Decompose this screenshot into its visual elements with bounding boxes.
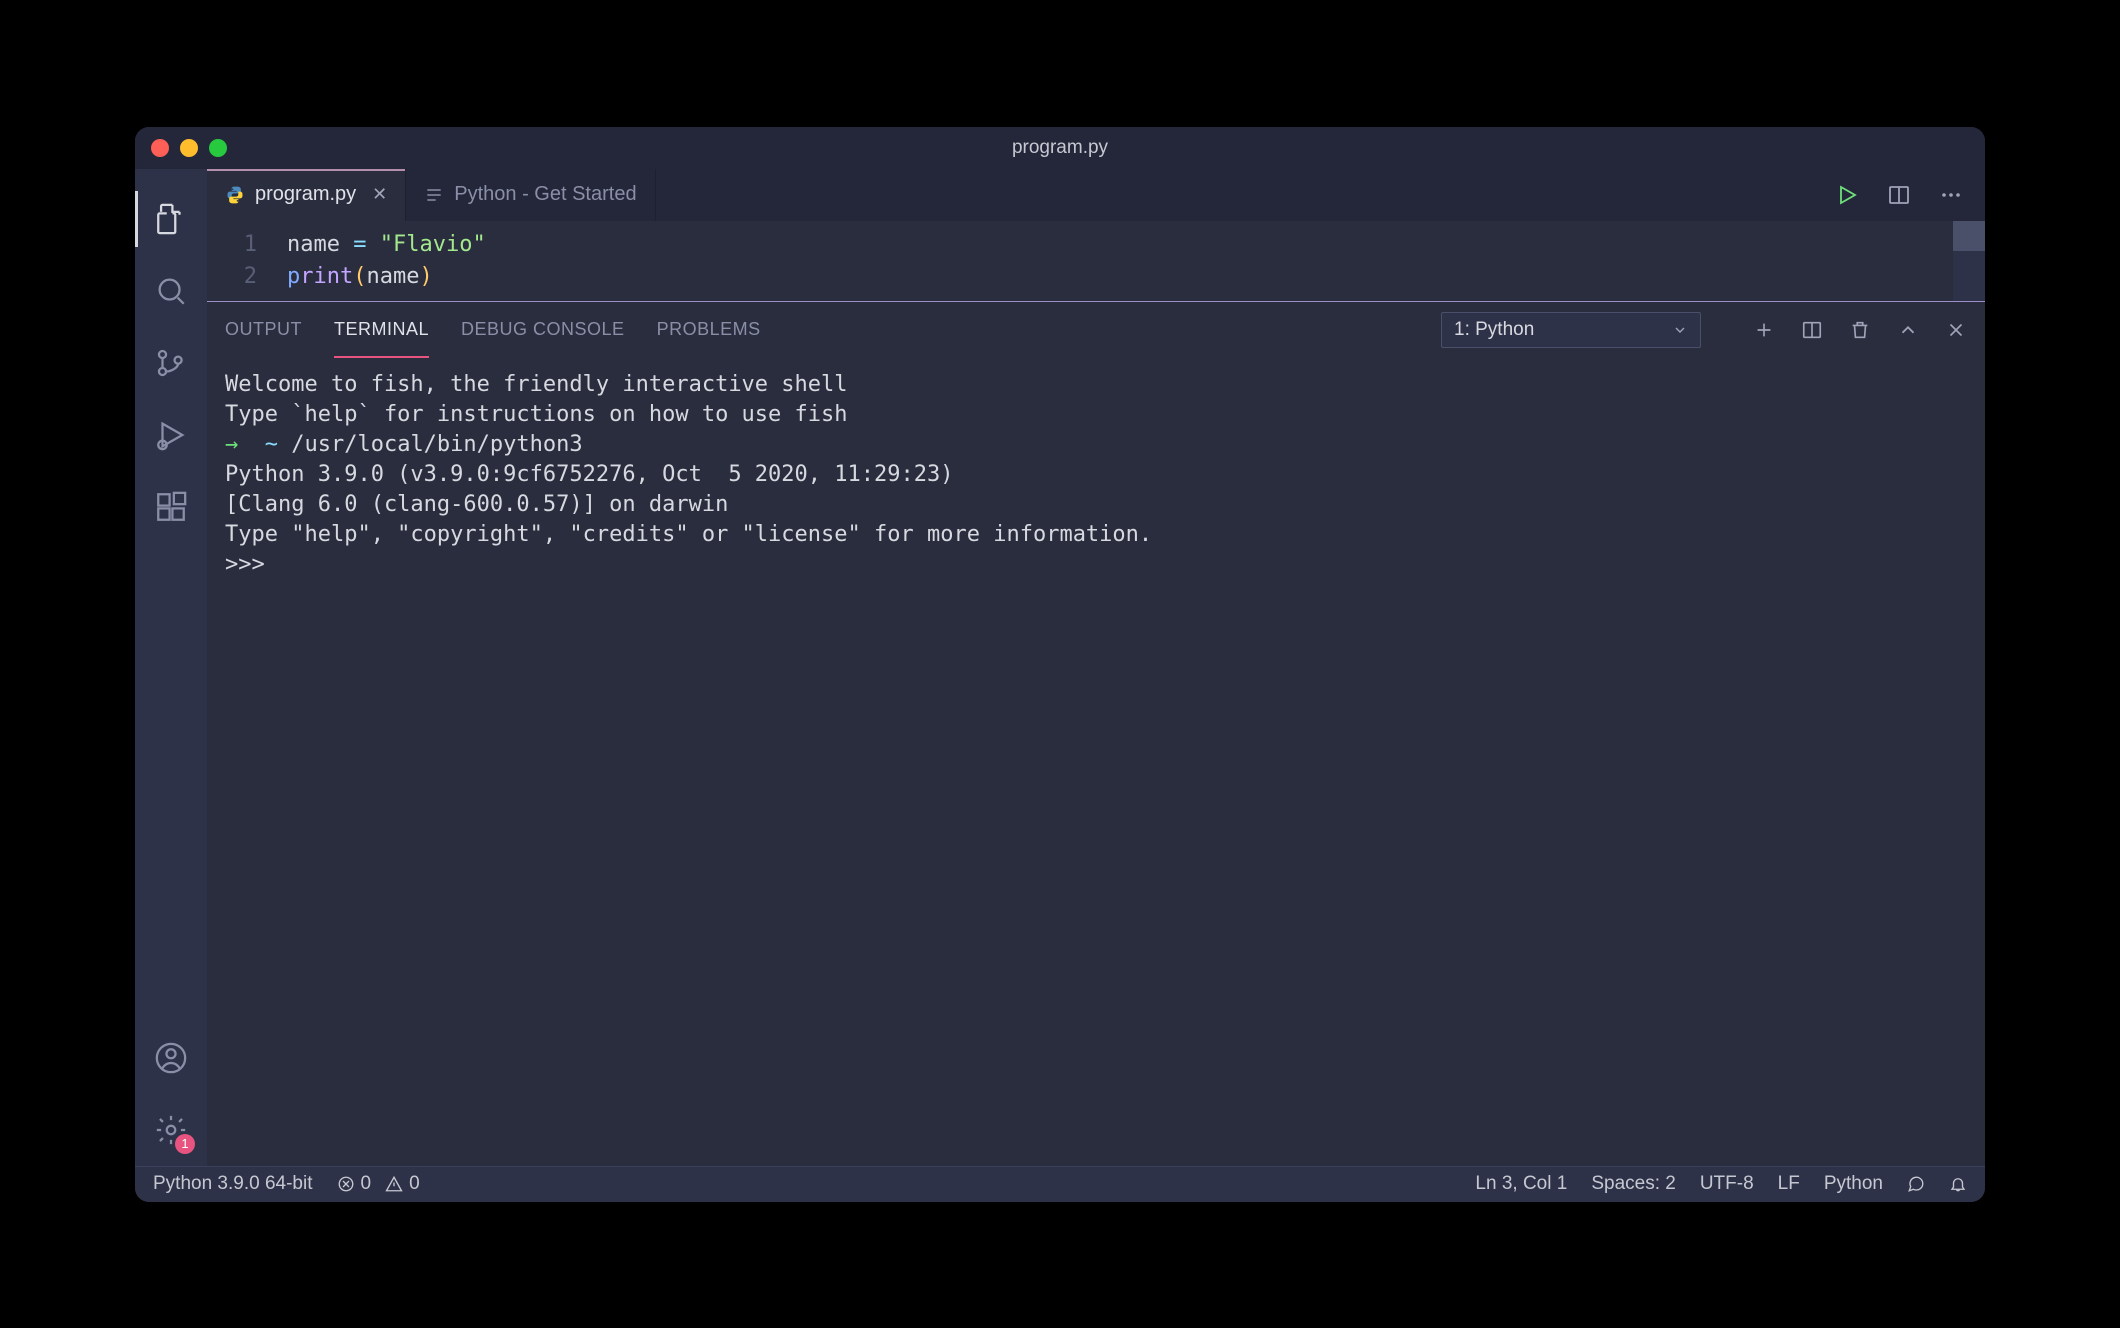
panel-tab-output[interactable]: OUTPUT xyxy=(225,302,302,358)
line-number: 2 xyxy=(207,261,287,293)
editor-actions xyxy=(1835,169,1985,221)
account-icon[interactable] xyxy=(135,1022,207,1094)
tab-label: program.py xyxy=(255,183,356,206)
source-control-icon[interactable] xyxy=(135,327,207,399)
settings-badge: 1 xyxy=(175,1134,195,1154)
split-editor-icon[interactable] xyxy=(1887,183,1911,207)
code-line: name = "Flavio" xyxy=(287,229,486,261)
tab-program-py[interactable]: program.py ✕ xyxy=(207,169,406,221)
python-file-icon xyxy=(225,185,245,205)
terminal-content[interactable]: Welcome to fish, the friendly interactiv… xyxy=(207,358,1985,1166)
status-python-interpreter[interactable]: Python 3.9.0 64-bit xyxy=(153,1173,313,1195)
code-editor[interactable]: 1 name = "Flavio" 2 print(name) xyxy=(207,221,1985,301)
panel-tab-terminal[interactable]: TERMINAL xyxy=(334,302,429,358)
tab-label: Python - Get Started xyxy=(454,183,636,206)
status-cursor-position[interactable]: Ln 3, Col 1 xyxy=(1475,1173,1567,1195)
notifications-icon[interactable] xyxy=(1949,1175,1967,1193)
extensions-icon[interactable] xyxy=(135,471,207,543)
minimap[interactable] xyxy=(1953,221,1985,301)
panel-tab-problems[interactable]: PROBLEMS xyxy=(657,302,761,358)
split-terminal-icon[interactable] xyxy=(1801,319,1823,341)
close-tab-icon[interactable]: ✕ xyxy=(372,184,387,205)
terminal-selector-label: 1: Python xyxy=(1454,319,1534,341)
vscode-window: program.py 1 xyxy=(135,127,1985,1202)
settings-icon[interactable]: 1 xyxy=(135,1094,207,1166)
line-number: 1 xyxy=(207,229,287,261)
status-indentation[interactable]: Spaces: 2 xyxy=(1591,1173,1676,1195)
close-window-button[interactable] xyxy=(151,139,169,157)
status-problems[interactable]: 0 0 xyxy=(337,1173,420,1195)
status-language-mode[interactable]: Python xyxy=(1824,1173,1883,1195)
status-bar: Python 3.9.0 64-bit 0 0 Ln 3, Col 1 Spac… xyxy=(135,1166,1985,1202)
code-line: print(name) xyxy=(287,261,433,293)
run-debug-icon[interactable] xyxy=(135,399,207,471)
minimize-window-button[interactable] xyxy=(180,139,198,157)
window-title: program.py xyxy=(1012,137,1108,159)
titlebar: program.py xyxy=(135,127,1985,169)
more-actions-icon[interactable] xyxy=(1939,183,1963,207)
panel-tabs: OUTPUT TERMINAL DEBUG CONSOLE PROBLEMS 1… xyxy=(207,302,1985,358)
status-eol[interactable]: LF xyxy=(1778,1173,1800,1195)
run-button[interactable] xyxy=(1835,183,1859,207)
list-icon xyxy=(424,185,444,205)
maximize-window-button[interactable] xyxy=(209,139,227,157)
feedback-icon[interactable] xyxy=(1907,1175,1925,1193)
search-icon[interactable] xyxy=(135,255,207,327)
editor-group: program.py ✕ Python - Get Started xyxy=(207,169,1985,1166)
error-icon xyxy=(337,1175,355,1193)
maximize-panel-icon[interactable] xyxy=(1897,319,1919,341)
explorer-icon[interactable] xyxy=(135,183,207,255)
editor-tabs: program.py ✕ Python - Get Started xyxy=(207,169,1985,221)
panel: OUTPUT TERMINAL DEBUG CONSOLE PROBLEMS 1… xyxy=(207,301,1985,1166)
panel-tab-debug-console[interactable]: DEBUG CONSOLE xyxy=(461,302,625,358)
chevron-down-icon xyxy=(1672,322,1688,338)
tab-python-get-started[interactable]: Python - Get Started xyxy=(406,169,655,221)
terminal-selector[interactable]: 1: Python xyxy=(1441,312,1701,348)
status-encoding[interactable]: UTF-8 xyxy=(1700,1173,1754,1195)
window-controls xyxy=(135,139,227,157)
kill-terminal-icon[interactable] xyxy=(1849,319,1871,341)
new-terminal-icon[interactable] xyxy=(1753,319,1775,341)
activity-bar: 1 xyxy=(135,169,207,1166)
close-panel-icon[interactable] xyxy=(1945,319,1967,341)
warning-icon xyxy=(385,1175,403,1193)
